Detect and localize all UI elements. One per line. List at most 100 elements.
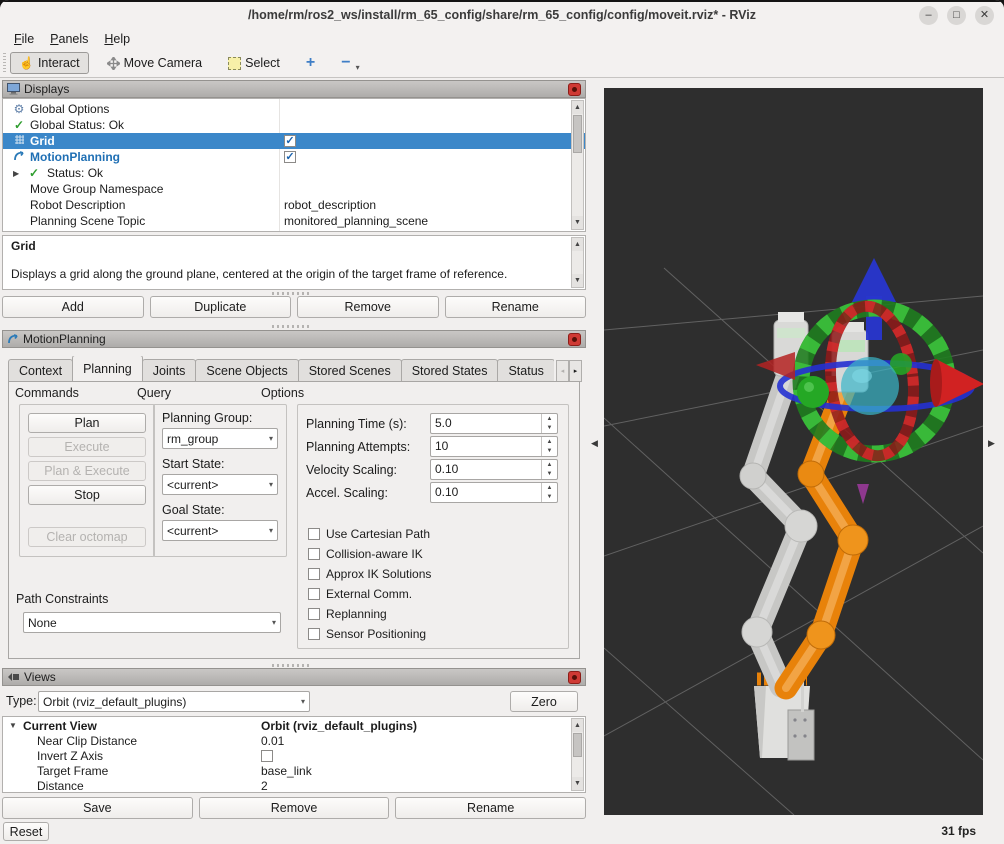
- goal-state-combo[interactable]: <current> ▾: [162, 520, 278, 541]
- expand-right-icon[interactable]: ▶: [13, 169, 19, 178]
- splitter-handle[interactable]: [272, 325, 312, 328]
- close-button[interactable]: ✕: [975, 6, 994, 25]
- tab-stored-states[interactable]: Stored States: [401, 359, 499, 381]
- splitter-handle[interactable]: [272, 292, 312, 295]
- execute-button[interactable]: Execute: [28, 437, 146, 457]
- rename-view-button[interactable]: Rename: [395, 797, 586, 819]
- start-state-combo[interactable]: <current> ▾: [162, 474, 278, 495]
- tree-row-near-clip[interactable]: Near Clip Distance 0.01: [3, 733, 585, 748]
- marker-sphere-green[interactable]: [797, 376, 829, 408]
- path-constraints-combo[interactable]: None ▾: [23, 612, 281, 633]
- views-close-button[interactable]: [568, 671, 581, 684]
- titlebar[interactable]: /home/rm/ros2_ws/install/rm_65_config/sh…: [0, 2, 1004, 29]
- motionplanning-close-button[interactable]: [568, 333, 581, 346]
- duplicate-display-button[interactable]: Duplicate: [150, 296, 292, 318]
- tree-row-status-ok[interactable]: ▶ ✓ Status: Ok: [3, 165, 585, 181]
- planning-attempts-spinbox[interactable]: 10 ▲▼: [430, 436, 558, 457]
- stop-button[interactable]: Stop: [28, 485, 146, 505]
- remove-display-button[interactable]: Remove: [297, 296, 439, 318]
- tree-row-distance[interactable]: Distance 2: [3, 778, 585, 793]
- interact-tool-button[interactable]: ☝ Interact: [10, 52, 89, 74]
- tab-planning[interactable]: Planning: [72, 356, 143, 381]
- splitter-handle[interactable]: [272, 664, 312, 667]
- scroll-up-icon[interactable]: ▲: [572, 238, 583, 251]
- tree-row-planning-scene-topic[interactable]: Planning Scene Topic monitored_planning_…: [3, 213, 585, 229]
- reset-button[interactable]: Reset: [3, 822, 49, 841]
- tree-row-grid[interactable]: Grid: [3, 133, 585, 149]
- tree-row-current-view[interactable]: ▼ Current View Orbit (rviz_default_plugi…: [3, 718, 585, 733]
- views-panel-header[interactable]: Views: [2, 668, 586, 686]
- motionplanning-panel-header[interactable]: MotionPlanning: [2, 330, 586, 348]
- tree-row-target-frame[interactable]: Target Frame base_link: [3, 763, 585, 778]
- description-scrollbar[interactable]: ▲ ▼: [571, 237, 584, 288]
- marker-center-sphere[interactable]: [841, 357, 899, 415]
- interactive-marker[interactable]: [756, 258, 983, 460]
- menu-file[interactable]: File: [6, 30, 42, 48]
- invert-z-checkbox[interactable]: [261, 750, 273, 762]
- plan-button[interactable]: Plan: [28, 413, 146, 433]
- move-camera-tool-button[interactable]: Move Camera: [99, 53, 211, 73]
- planning-group-combo[interactable]: rm_group ▾: [162, 428, 278, 449]
- use-cartesian-path-checkbox[interactable]: Use Cartesian Path: [308, 527, 430, 541]
- accel-scaling-spinbox[interactable]: 0.10 ▲▼: [430, 482, 558, 503]
- tree-row-global-options[interactable]: ⚙ Global Options: [3, 101, 585, 117]
- spinner-arrows[interactable]: ▲▼: [541, 437, 557, 456]
- tab-scene-objects[interactable]: Scene Objects: [195, 359, 298, 381]
- tree-row-invert-z[interactable]: Invert Z Axis: [3, 748, 585, 763]
- menu-help[interactable]: Help: [96, 30, 138, 48]
- spin-up-icon: ▲: [542, 483, 557, 493]
- motionplanning-enabled-checkbox[interactable]: [284, 151, 296, 163]
- maximize-button[interactable]: □: [947, 6, 966, 25]
- collision-aware-ik-checkbox[interactable]: Collision-aware IK: [308, 547, 423, 561]
- replanning-checkbox[interactable]: Replanning: [308, 607, 387, 621]
- plan-and-execute-button[interactable]: Plan & Execute: [28, 461, 146, 481]
- approx-ik-solutions-checkbox[interactable]: Approx IK Solutions: [308, 567, 431, 581]
- scroll-up-icon[interactable]: ▲: [572, 719, 583, 732]
- toolbar-drag-handle[interactable]: [3, 53, 6, 73]
- scroll-up-icon[interactable]: ▲: [572, 101, 583, 114]
- scroll-down-icon[interactable]: ▼: [572, 216, 583, 229]
- tab-context[interactable]: Context: [8, 359, 73, 381]
- collapse-down-icon[interactable]: ▼: [9, 721, 17, 730]
- add-display-button[interactable]: Add: [2, 296, 144, 318]
- planning-time-spinbox[interactable]: 5.0 ▲▼: [430, 413, 558, 434]
- tree-row-global-status[interactable]: ✓ Global Status: Ok: [3, 117, 585, 133]
- tab-scroll-left-icon[interactable]: ◂: [556, 360, 569, 382]
- scrollbar-thumb[interactable]: [573, 115, 582, 153]
- scrollbar-thumb[interactable]: [573, 733, 582, 757]
- scroll-down-icon[interactable]: ▼: [572, 274, 583, 287]
- velocity-scaling-spinbox[interactable]: 0.10 ▲▼: [430, 459, 558, 480]
- grid-enabled-checkbox[interactable]: [284, 135, 296, 147]
- tree-row-motionplanning[interactable]: MotionPlanning: [3, 149, 585, 165]
- minimize-button[interactable]: –: [919, 6, 938, 25]
- tab-status[interactable]: Status: [497, 359, 553, 381]
- tab-scroll-right-icon[interactable]: ▸: [569, 360, 582, 382]
- views-scrollbar[interactable]: ▲ ▼: [571, 718, 584, 791]
- sensor-positioning-checkbox[interactable]: Sensor Positioning: [308, 627, 426, 641]
- tab-stored-scenes[interactable]: Stored Scenes: [298, 359, 402, 381]
- expand-right-handle[interactable]: ▶: [988, 438, 995, 449]
- tab-joints[interactable]: Joints: [142, 359, 197, 381]
- collapse-left-handle[interactable]: ◀: [591, 438, 598, 449]
- menu-panels[interactable]: Panels: [42, 30, 96, 48]
- displays-close-button[interactable]: [568, 83, 581, 96]
- displays-scrollbar[interactable]: ▲ ▼: [571, 100, 584, 230]
- view-type-combo[interactable]: Orbit (rviz_default_plugins) ▾: [38, 691, 310, 712]
- spinner-arrows[interactable]: ▲▼: [541, 483, 557, 502]
- select-tool-button[interactable]: Select: [220, 53, 288, 73]
- spinner-arrows[interactable]: ▲▼: [541, 414, 557, 433]
- remove-tool-button[interactable]: − ▾: [333, 54, 367, 72]
- rename-display-button[interactable]: Rename: [445, 296, 587, 318]
- zero-button[interactable]: Zero: [510, 691, 578, 712]
- spinner-arrows[interactable]: ▲▼: [541, 460, 557, 479]
- tree-row-move-group-namespace[interactable]: Move Group Namespace: [3, 181, 585, 197]
- displays-panel-header[interactable]: Displays: [2, 80, 586, 98]
- remove-view-button[interactable]: Remove: [199, 797, 390, 819]
- clear-octomap-button[interactable]: Clear octomap: [28, 527, 146, 547]
- render-viewport[interactable]: [604, 88, 983, 815]
- external-comm-checkbox[interactable]: External Comm.: [308, 587, 412, 601]
- add-tool-button[interactable]: +: [298, 54, 323, 72]
- scroll-down-icon[interactable]: ▼: [572, 777, 583, 790]
- save-view-button[interactable]: Save: [2, 797, 193, 819]
- tree-row-robot-description[interactable]: Robot Description robot_description: [3, 197, 585, 213]
